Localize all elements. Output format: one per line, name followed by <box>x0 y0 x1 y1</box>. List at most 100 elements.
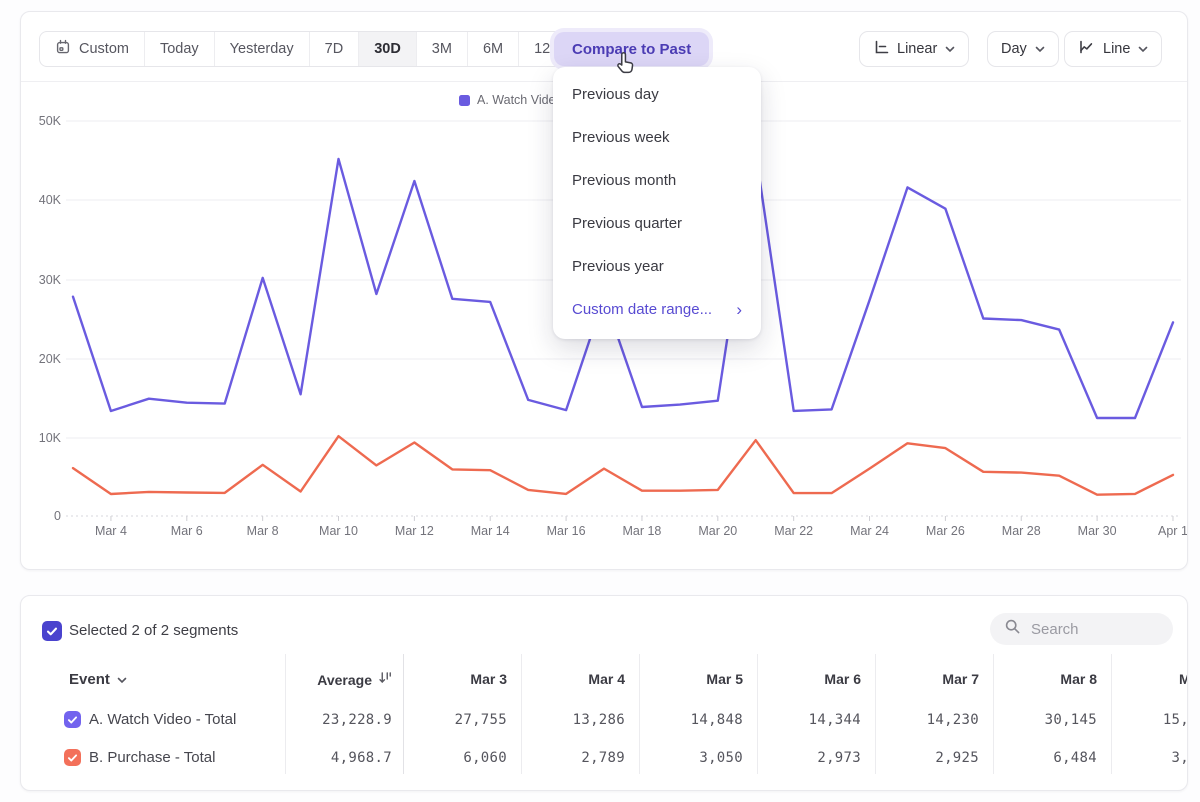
search-box[interactable] <box>990 613 1173 645</box>
column-divider <box>993 654 994 774</box>
x-tick-label: Mar 14 <box>460 524 520 538</box>
value-cell: 6,060 <box>463 750 507 766</box>
date-column-header-clipped: M <box>1179 671 1188 687</box>
x-tick-label: Mar 10 <box>309 524 369 538</box>
x-tick-label: Mar 8 <box>233 524 293 538</box>
compare-to-past-button[interactable]: Compare to Past <box>554 32 709 66</box>
range-button-label: 3M <box>432 41 452 57</box>
menu-item-previous-quarter[interactable]: Previous quarter <box>553 202 761 245</box>
y-tick-label: 0 <box>21 509 61 523</box>
column-divider <box>757 654 758 774</box>
x-tick-label: Apr 1 <box>1143 524 1188 538</box>
x-tick-label: Mar 16 <box>536 524 596 538</box>
date-column-header: Mar 5 <box>706 671 743 687</box>
column-divider <box>285 654 286 774</box>
range-button-7d[interactable]: 7D <box>310 32 360 66</box>
chart-type-dropdown-button[interactable]: Line <box>1064 31 1162 67</box>
search-input[interactable] <box>1031 621 1161 638</box>
scale-dropdown-button[interactable]: Linear <box>859 31 969 67</box>
value-cell: 14,230 <box>927 712 979 728</box>
x-tick-label: Mar 12 <box>384 524 444 538</box>
value-cell: 27,755 <box>455 712 507 728</box>
average-column-header[interactable]: Average <box>317 671 392 688</box>
x-tick-label: Mar 4 <box>81 524 141 538</box>
y-tick-label: 30K <box>21 273 61 287</box>
event-header-label: Event <box>69 671 110 688</box>
range-button-label: 6M <box>483 41 503 57</box>
segment-row-label: B. Purchase - Total <box>89 749 215 766</box>
value-cell: 13,286 <box>573 712 625 728</box>
date-column-header: Mar 4 <box>588 671 625 687</box>
x-tick-label: Mar 22 <box>764 524 824 538</box>
column-divider <box>521 654 522 774</box>
x-tick-label: Mar 20 <box>688 524 748 538</box>
range-button-label: Custom <box>79 41 129 57</box>
chevron-right-icon: › <box>736 301 742 318</box>
chevron-down-icon <box>1138 41 1148 57</box>
average-value-cell: 23,228.9 <box>322 712 392 728</box>
chevron-down-icon <box>945 41 955 57</box>
legend-swatch <box>459 95 470 106</box>
value-cell: 30,145 <box>1045 712 1097 728</box>
chevron-down-icon <box>117 671 127 688</box>
range-button-custom[interactable]: Custom <box>40 32 145 66</box>
menu-item-previous-month[interactable]: Previous month <box>553 159 761 202</box>
column-divider <box>875 654 876 774</box>
segment-checkbox[interactable] <box>64 711 81 728</box>
range-button-label: 7D <box>325 41 344 57</box>
event-column-header[interactable]: Event <box>69 671 127 688</box>
average-header-label: Average <box>317 672 372 688</box>
select-all-segments-checkbox[interactable] <box>42 621 62 641</box>
column-divider <box>1111 654 1112 774</box>
value-cell: 2,973 <box>817 750 861 766</box>
column-divider <box>403 654 404 774</box>
y-tick-label: 50K <box>21 114 61 128</box>
value-cell: 14,344 <box>809 712 861 728</box>
scale-dropdown-label: Linear <box>897 41 937 57</box>
y-tick-label: 10K <box>21 431 61 445</box>
x-tick-label: Mar 18 <box>612 524 672 538</box>
range-button-3m[interactable]: 3M <box>417 32 468 66</box>
date-range-segmented-control: CustomTodayYesterday7D30D3M6M12M <box>39 31 578 67</box>
value-cell: 2,789 <box>581 750 625 766</box>
range-button-label: Yesterday <box>230 41 294 57</box>
segment-row-label: A. Watch Video - Total <box>89 711 236 728</box>
segment-checkbox[interactable] <box>64 749 81 766</box>
average-value-cell: 4,968.7 <box>331 750 392 766</box>
value-cell: 14,848 <box>691 712 743 728</box>
x-tick-label: Mar 24 <box>840 524 900 538</box>
date-column-header: Mar 3 <box>470 671 507 687</box>
menu-item-custom-date-range[interactable]: Custom date range... › <box>553 288 761 331</box>
search-icon <box>1004 618 1021 640</box>
compare-to-past-menu: Previous dayPrevious weekPrevious monthP… <box>553 67 761 339</box>
interval-dropdown-button[interactable]: Day <box>987 31 1059 67</box>
menu-item-previous-day[interactable]: Previous day <box>553 73 761 116</box>
value-cell-clipped: 3, <box>1172 750 1188 766</box>
custom-date-range-label: Custom date range... <box>572 301 712 318</box>
x-tick-label: Mar 26 <box>915 524 975 538</box>
y-tick-label: 40K <box>21 193 61 207</box>
range-button-30d[interactable]: 30D <box>359 32 417 66</box>
sort-descending-icon <box>378 671 392 688</box>
value-cell: 3,050 <box>699 750 743 766</box>
menu-item-previous-week[interactable]: Previous week <box>553 116 761 159</box>
range-button-label: 30D <box>374 41 401 57</box>
chart-type-dropdown-label: Line <box>1103 41 1130 57</box>
x-tick-label: Mar 28 <box>991 524 1051 538</box>
range-button-6m[interactable]: 6M <box>468 32 519 66</box>
range-button-yesterday[interactable]: Yesterday <box>215 32 310 66</box>
selected-segments-summary: Selected 2 of 2 segments <box>69 622 238 639</box>
value-cell: 6,484 <box>1053 750 1097 766</box>
axis-scale-icon <box>873 39 889 59</box>
menu-item-previous-year[interactable]: Previous year <box>553 245 761 288</box>
range-button-label: Today <box>160 41 199 57</box>
column-divider <box>639 654 640 774</box>
range-button-today[interactable]: Today <box>145 32 215 66</box>
date-column-header: Mar 7 <box>942 671 979 687</box>
chevron-down-icon <box>1035 41 1045 57</box>
date-column-header: Mar 6 <box>824 671 861 687</box>
interval-dropdown-label: Day <box>1001 41 1027 57</box>
date-column-header: Mar 8 <box>1060 671 1097 687</box>
calendar-icon <box>55 39 71 59</box>
segments-card: Selected 2 of 2 segments Event Average M… <box>20 595 1188 791</box>
